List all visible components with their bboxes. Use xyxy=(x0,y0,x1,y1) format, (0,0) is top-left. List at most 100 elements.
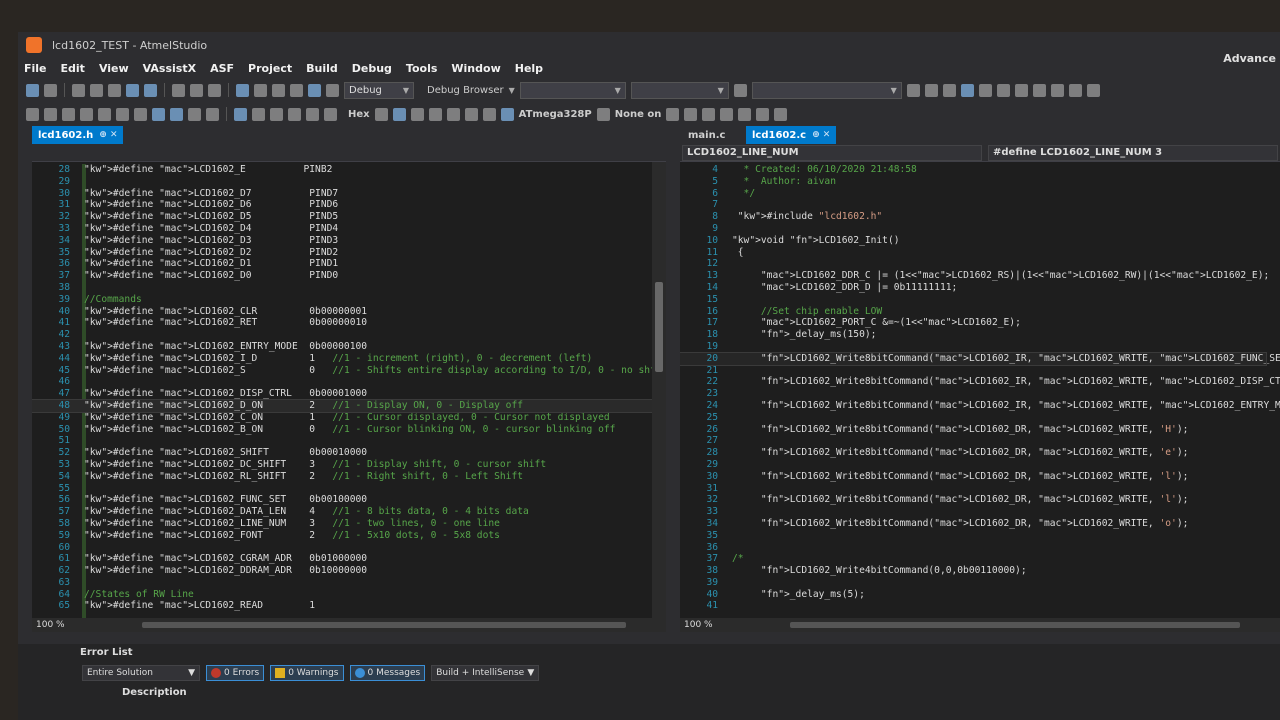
code-line[interactable]: 37 /* xyxy=(680,553,1266,565)
restart-icon[interactable] xyxy=(80,107,93,121)
align-icon[interactable] xyxy=(996,83,1010,97)
align-bottom-icon[interactable] xyxy=(738,107,752,121)
editor-pane-left[interactable]: 28 "kw">#define "mac">LCD1602_E PINB2 29 30… xyxy=(32,144,666,632)
code-line[interactable]: 34 "fn">LCD1602_Write8bitCommand("mac">L… xyxy=(680,518,1266,530)
code-line[interactable]: 35 xyxy=(680,530,1266,542)
layout-icon[interactable] xyxy=(978,83,992,97)
pause-icon[interactable] xyxy=(234,107,247,121)
code-line[interactable]: 47 "kw">#define "mac">LCD1602_DISP_CTRL 0… xyxy=(32,388,652,400)
code-line[interactable]: 15 xyxy=(680,294,1266,306)
code-line[interactable]: 38 xyxy=(32,282,652,294)
menu-project[interactable]: Project xyxy=(248,62,292,75)
comment-icon[interactable] xyxy=(1050,83,1064,97)
code-line[interactable]: 22 "fn">LCD1602_Write8bitCommand("mac">L… xyxy=(680,376,1280,388)
format-icon[interactable] xyxy=(1086,83,1100,97)
code-line[interactable]: 52 "kw">#define "mac">LCD1602_SHIFT 0b000… xyxy=(32,447,652,459)
code-line[interactable]: 8 "kw">#include "lcd1602.h" xyxy=(680,211,1266,223)
device-label[interactable]: ATmega328P xyxy=(519,109,592,120)
breakpoint-icon[interactable] xyxy=(288,107,301,121)
code-line[interactable]: 41 "kw">#define "mac">LCD1602_RET 0b00000… xyxy=(32,317,652,329)
code-line[interactable]: 36 xyxy=(680,542,1266,554)
memory-icon[interactable] xyxy=(170,107,183,121)
code-line[interactable]: 6 */ xyxy=(680,188,1266,200)
code-line[interactable]: 10 "kw">void "fn">LCD1602_Init() xyxy=(680,235,1266,247)
scope-dropdown[interactable]: Entire Solution ▼ xyxy=(82,665,200,681)
code-line[interactable]: 40 "kw">#define "mac">LCD1602_CLR 0b00000… xyxy=(32,306,652,318)
find-icon[interactable] xyxy=(290,83,303,97)
forward-icon[interactable] xyxy=(44,83,57,97)
code-line[interactable]: 51 xyxy=(32,435,652,447)
code-line[interactable]: 35 "kw">#define "mac">LCD1602_D2 PIND2 xyxy=(32,247,652,259)
start-debugging-icon[interactable] xyxy=(308,83,321,97)
code-line[interactable]: 53 "kw">#define "mac">LCD1602_DC_SHIFT 3 … xyxy=(32,459,652,471)
back-icon[interactable] xyxy=(26,83,39,97)
code-line[interactable]: 9 xyxy=(680,223,1266,235)
code-line[interactable]: 16 //Set chip enable LOW xyxy=(680,306,1266,318)
code-line[interactable]: 57 "kw">#define "mac">LCD1602_DATA_LEN 4 … xyxy=(32,506,652,518)
stop-icon[interactable] xyxy=(62,107,75,121)
extension-icon[interactable] xyxy=(482,107,496,121)
code-line[interactable]: 24 "fn">LCD1602_Write8bitCommand("mac">L… xyxy=(680,400,1280,412)
copy-icon[interactable] xyxy=(190,83,203,97)
project-icon[interactable] xyxy=(410,107,424,121)
code-line[interactable]: 65 "kw">#define "mac">LCD1602_READ 1 xyxy=(32,600,652,612)
code-line[interactable]: 28 "fn">LCD1602_Write8bitCommand("mac">L… xyxy=(680,447,1266,459)
code-line[interactable]: 25 xyxy=(680,412,1266,424)
device-icon[interactable] xyxy=(500,107,514,121)
code-line[interactable]: 50 "kw">#define "mac">LCD1602_B_ON 0 //1 … xyxy=(32,424,652,436)
paste-icon[interactable] xyxy=(208,83,221,97)
code-line[interactable]: 38 "fn">LCD1602_Write4bitCommand(0,0,0b0… xyxy=(680,565,1266,577)
align-center-icon[interactable] xyxy=(684,107,698,121)
menu-help[interactable]: Help xyxy=(515,62,543,75)
align-left-icon[interactable] xyxy=(666,107,680,121)
code-line[interactable]: 32 "fn">LCD1602_Write8bitCommand("mac">L… xyxy=(680,494,1266,506)
undo-icon[interactable] xyxy=(236,83,249,97)
uncomment-icon[interactable] xyxy=(1068,83,1082,97)
code-line[interactable]: 45 "kw">#define "mac">LCD1602_S 0 //1 - S… xyxy=(32,365,666,377)
menu-asf[interactable]: ASF xyxy=(210,62,234,75)
tab-lcd1602-c[interactable]: lcd1602.c ⊕ ✕ xyxy=(746,126,837,144)
code-line[interactable]: 42 xyxy=(32,329,652,341)
menu-build[interactable]: Build xyxy=(306,62,338,75)
horizontal-scrollbar[interactable]: 100 % xyxy=(32,618,666,632)
spacing-icon[interactable] xyxy=(774,107,788,121)
code-line[interactable]: 39 xyxy=(680,577,1266,589)
watch-icon[interactable] xyxy=(306,107,319,121)
tools-icon[interactable] xyxy=(924,83,938,97)
properties-icon[interactable] xyxy=(428,107,442,121)
menu-tools[interactable]: Tools xyxy=(406,62,437,75)
code-line[interactable]: 17 "mac">LCD1602_PORT_C &=~(1<<"mac">LCD… xyxy=(680,317,1266,329)
code-line[interactable]: 7 xyxy=(680,199,1266,211)
step-into-icon[interactable] xyxy=(98,107,111,121)
code-line[interactable]: 48 "kw">#define "mac">LCD1602_D_ON 2 //1 … xyxy=(32,398,653,413)
save-all-icon[interactable] xyxy=(144,83,157,97)
continue-icon[interactable] xyxy=(26,107,39,121)
bookmark-icon[interactable] xyxy=(733,83,747,97)
code-line[interactable]: 41 xyxy=(680,600,1266,612)
code-line[interactable]: 18 "fn">_delay_ms(150); xyxy=(680,329,1266,341)
new-project-icon[interactable] xyxy=(72,83,85,97)
new-file-icon[interactable] xyxy=(90,83,103,97)
play-icon[interactable] xyxy=(270,107,283,121)
settings-icon[interactable] xyxy=(942,83,956,97)
debug-browser-dropdown[interactable]: ▼ xyxy=(519,81,626,99)
scope-dropdown[interactable]: LCD1602_LINE_NUM xyxy=(682,144,982,161)
open-folder-icon[interactable] xyxy=(108,83,121,97)
tool-icon[interactable] xyxy=(596,107,610,121)
code-line[interactable]: 30 "fn">LCD1602_Write8bitCommand("mac">L… xyxy=(680,471,1266,483)
code-line[interactable]: 64 //States of RW Line xyxy=(32,589,652,601)
code-line[interactable]: 30 "kw">#define "mac">LCD1602_D7 PIND7 xyxy=(32,188,652,200)
code-line[interactable]: 49 "kw">#define "mac">LCD1602_C_ON 1 //1 … xyxy=(32,412,652,424)
tool-label[interactable]: None on xyxy=(615,109,662,120)
window-icon[interactable] xyxy=(960,83,974,97)
blank-dropdown[interactable]: ▼ xyxy=(630,81,729,99)
code-editor-right[interactable]: 4 * Created: 06/10/2020 21:48:58 5 * Auth… xyxy=(680,164,1280,618)
search-dropdown[interactable]: ▼ xyxy=(751,81,902,99)
code-line[interactable]: 36 "kw">#define "mac">LCD1602_D1 PIND1 xyxy=(32,258,652,270)
device-programming-icon[interactable] xyxy=(906,83,920,97)
scroll-thumb[interactable] xyxy=(790,622,1240,628)
code-line[interactable]: 11 { xyxy=(680,247,1266,259)
code-line[interactable]: 29 xyxy=(32,176,652,188)
code-line[interactable]: 43 "kw">#define "mac">LCD1602_ENTRY_MODE … xyxy=(32,341,652,353)
code-line[interactable]: 19 xyxy=(680,341,1266,353)
